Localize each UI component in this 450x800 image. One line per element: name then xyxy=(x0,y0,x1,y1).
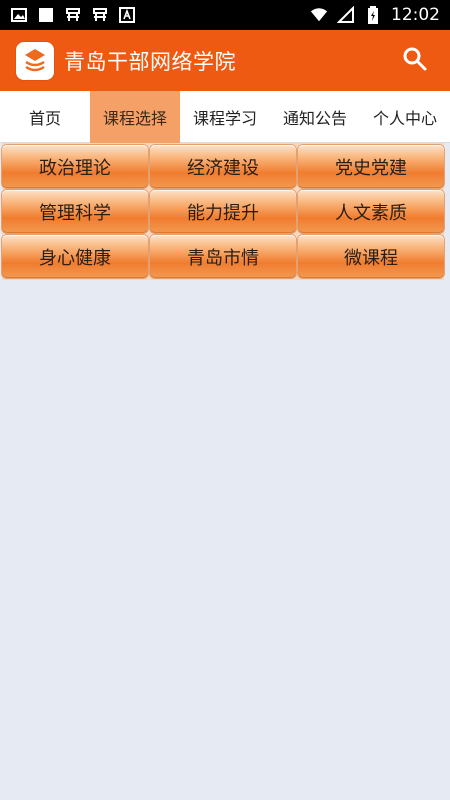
school-logo-icon xyxy=(16,41,54,80)
bug-icon xyxy=(64,6,82,24)
app-bar: 青岛干部网络学院 xyxy=(0,30,450,91)
tab-home[interactable]: 首页 xyxy=(0,91,90,143)
wifi-icon xyxy=(310,6,328,24)
bug-icon xyxy=(91,6,109,24)
category-button-health[interactable]: 身心健康 xyxy=(2,235,148,278)
category-button-party-history[interactable]: 党史党建 xyxy=(298,145,444,188)
signal-icon xyxy=(337,6,355,24)
status-left-icons xyxy=(10,6,136,24)
search-button[interactable] xyxy=(400,46,430,76)
status-right-icons: 12:02 xyxy=(310,5,440,25)
image-icon xyxy=(10,6,28,24)
tab-notices[interactable]: 通知公告 xyxy=(270,91,360,143)
tab-bar: 首页 课程选择 课程学习 通知公告 个人中心 xyxy=(0,91,450,143)
category-button-politics[interactable]: 政治理论 xyxy=(2,145,148,188)
a-box-icon xyxy=(118,6,136,24)
tab-course-study[interactable]: 课程学习 xyxy=(180,91,270,143)
category-button-micro-course[interactable]: 微课程 xyxy=(298,235,444,278)
status-time: 12:02 xyxy=(391,5,440,25)
category-button-ability[interactable]: 能力提升 xyxy=(150,190,296,233)
app-title: 青岛干部网络学院 xyxy=(64,49,236,74)
search-icon xyxy=(402,46,428,76)
category-button-management[interactable]: 管理科学 xyxy=(2,190,148,233)
category-button-humanities[interactable]: 人文素质 xyxy=(298,190,444,233)
status-bar: 12:02 xyxy=(0,0,450,30)
category-grid: 政治理论 经济建设 党史党建 管理科学 能力提升 人文素质 身心健康 青岛市情 … xyxy=(2,143,444,280)
category-button-economy[interactable]: 经济建设 xyxy=(150,145,296,188)
tab-personal-center[interactable]: 个人中心 xyxy=(360,91,450,143)
battery-icon xyxy=(364,6,382,24)
category-button-qingdao[interactable]: 青岛市情 xyxy=(150,235,296,278)
tab-course-selection[interactable]: 课程选择 xyxy=(90,91,180,143)
square-icon xyxy=(37,6,55,24)
